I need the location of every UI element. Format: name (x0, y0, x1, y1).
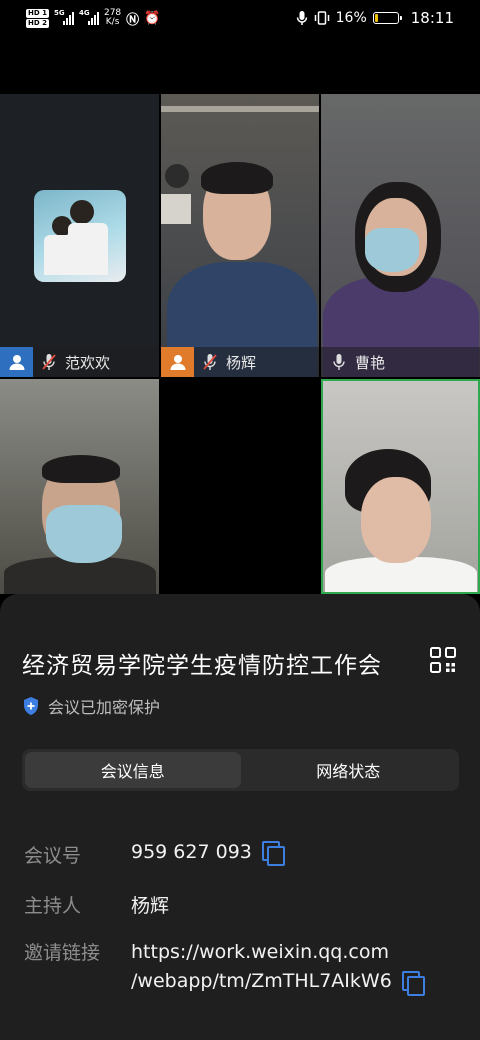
host-row: 主持人 杨辉 (24, 891, 169, 918)
clock: 18:11 (410, 9, 454, 27)
user-badge-icon (0, 347, 33, 377)
invite-link-line-2: /webapp/tm/ZmTHL7AIkW6 (131, 967, 425, 996)
battery-icon (372, 12, 402, 24)
copy-invite-link-icon[interactable] (401, 970, 425, 996)
tab-network-status[interactable]: 网络状态 (241, 752, 457, 788)
invite-link-row: 邀请链接 https://work.weixin.qq.com /webapp/… (24, 938, 425, 996)
face-mask (46, 505, 122, 563)
speed-unit: K/s (105, 17, 120, 27)
alarm-icon: ⏰ (144, 10, 161, 26)
hd1-badge: HD 1 (26, 8, 49, 18)
encryption-notice: 会议已加密保护 (22, 694, 160, 718)
hd2-badge: HD 2 (26, 18, 49, 28)
microphone-status-icon (296, 11, 307, 25)
nfc-icon: Ⓝ (126, 12, 140, 28)
participant-tile-empty[interactable] (161, 379, 319, 594)
encryption-text: 会议已加密保护 (48, 698, 161, 717)
tab-meeting-info[interactable]: 会议信息 (25, 752, 241, 788)
person-hair (42, 455, 120, 483)
signal-4g-icon: 4G (79, 9, 99, 25)
battery-level-fill (374, 14, 379, 22)
mic-icon (329, 353, 349, 371)
participant-tile-active-speaker[interactable] (321, 379, 480, 594)
meeting-id-value: 959 627 093 (131, 841, 252, 863)
meeting-title: 经济贸易学院学生疫情防控工作会 (22, 653, 382, 679)
participant-name-bar: 杨辉 (161, 347, 319, 377)
person-hair (201, 162, 273, 194)
network-speed: 278 K/s (104, 9, 121, 27)
shield-icon (24, 697, 38, 715)
status-bar: HD 1 HD 2 5G 4G 278 K/s Ⓝ ⏰ 16% 18:11 (0, 0, 480, 36)
status-bar-left: HD 1 HD 2 5G 4G 278 K/s Ⓝ ⏰ (26, 8, 161, 28)
info-tabs: 会议信息 网络状态 (22, 749, 459, 791)
bookshelf-background (161, 106, 319, 112)
battery-percent: 16% (335, 10, 367, 26)
participant-name: 范欢欢 (65, 353, 111, 372)
qr-code-icon[interactable] (430, 647, 456, 673)
mic-muted-icon (39, 353, 59, 371)
participant-tile[interactable]: 曹艳 (321, 94, 480, 377)
user-badge-icon (161, 347, 194, 377)
participant-tile[interactable]: 杨辉 (161, 94, 319, 377)
invite-link-line-1: https://work.weixin.qq.com (131, 941, 389, 963)
meeting-info-sheet: 经济贸易学院学生疫情防控工作会 会议已加密保护 会议信息 网络状态 会议号 95… (0, 594, 480, 1040)
invite-link-label: 邀请链接 (24, 942, 101, 964)
avatar-child-head (70, 200, 94, 224)
person-head (361, 477, 431, 563)
participant-tile[interactable] (0, 379, 159, 594)
status-bar-right: 16% 18:11 (296, 9, 454, 27)
participant-name: 杨辉 (226, 353, 257, 372)
face-mask (365, 228, 419, 272)
mic-muted-icon (200, 353, 220, 371)
participant-avatar (34, 190, 126, 282)
participant-name-bar: 曹艳 (321, 347, 480, 377)
signal-5g-icon: 5G (54, 9, 74, 25)
participant-name-bar: 范欢欢 (0, 347, 159, 377)
copy-meeting-id-icon[interactable] (261, 841, 285, 866)
participant-name: 曹艳 (355, 353, 386, 372)
clock-background (165, 164, 189, 188)
video-grid: 范欢欢 杨辉 曹艳 (0, 94, 480, 594)
host-value: 杨辉 (131, 895, 170, 917)
host-label: 主持人 (24, 895, 82, 917)
meeting-id-row: 会议号 959 627 093 (24, 841, 285, 868)
invite-link[interactable]: https://work.weixin.qq.com /webapp/tm/Zm… (131, 938, 425, 996)
bookshelf-background (161, 194, 191, 224)
hd-indicators: HD 1 HD 2 (26, 8, 49, 28)
participant-tile[interactable]: 范欢欢 (0, 94, 159, 377)
meeting-id-label: 会议号 (24, 845, 82, 867)
vibrate-icon (314, 11, 329, 25)
avatar-child-body (68, 223, 108, 275)
